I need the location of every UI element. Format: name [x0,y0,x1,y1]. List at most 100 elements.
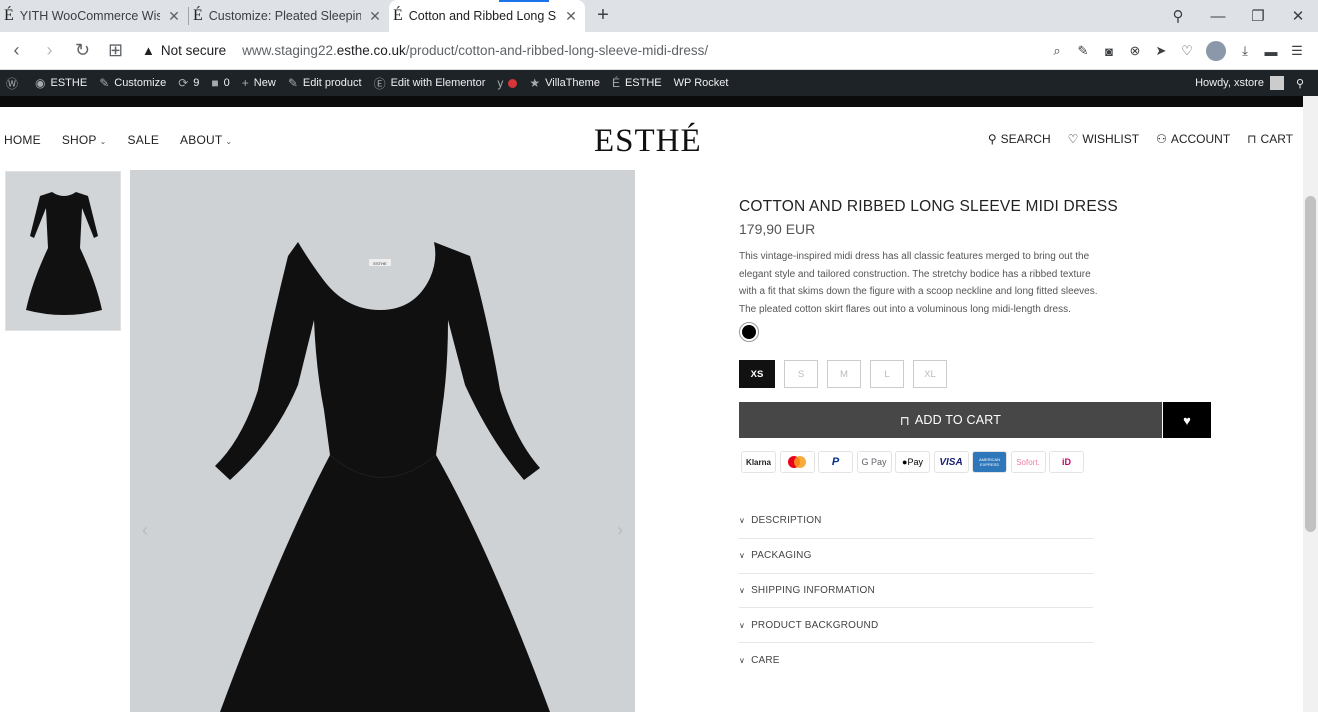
product-title: COTTON AND RIBBED LONG SLEEVE MIDI DRESS [739,198,1118,215]
restore-icon[interactable]: ❐ [1238,7,1278,25]
scrollbar-thumb[interactable] [1305,196,1316,532]
size-option-xl[interactable]: XL [913,360,947,388]
announcement-bar [0,96,1303,107]
admin-updates[interactable]: ⟳ 9 [172,76,205,90]
cart-link[interactable]: ⊓ CART [1247,132,1293,146]
tab-title: YITH WooCommerce Wishl [19,9,160,23]
nav-about[interactable]: ABOUT ⌄ [180,133,232,147]
block-icon[interactable]: ⊗ [1122,43,1148,59]
tab-title: Customize: Pleated Sleepin [208,9,361,23]
add-to-cart-label: ADD TO CART [914,413,1002,427]
dress-thumbnail-image [26,192,102,315]
esthe-icon: É [611,76,620,90]
add-to-cart-button[interactable]: ⊓ ADD TO CART [739,402,1162,438]
send-icon[interactable]: ➤ [1148,43,1174,59]
next-image-arrow-icon[interactable]: › [617,520,623,541]
star-icon: ★ [529,76,541,90]
admin-account: Howdy, xstore ⚲ [1189,70,1310,96]
wordpress-logo-icon[interactable]: Ⓦ [0,75,29,92]
howdy-user[interactable]: Howdy, xstore [1189,76,1290,90]
admin-customize[interactable]: ✎ Customize [93,76,172,90]
admin-villatheme[interactable]: ★ VillaTheme [523,76,606,90]
camera-icon[interactable]: ◙ [1096,44,1122,59]
admin-yoast[interactable]: y [491,76,523,90]
new-tab-button[interactable]: + [589,0,617,32]
google-pay-icon: G Pay [856,451,892,473]
accordion-background[interactable]: ∨ PRODUCT BACKGROUND [739,608,1093,644]
close-icon[interactable]: ✕ [563,8,579,25]
admin-search-icon[interactable]: ⚲ [1290,77,1310,90]
page-scrollbar[interactable] [1303,96,1318,712]
chevron-down-icon: ∨ [739,656,746,666]
nav-sale[interactable]: SALE [128,133,160,147]
ideal-icon: iD [1049,451,1084,473]
minimize-icon[interactable]: — [1198,8,1238,25]
search-icon: ⚲ [987,132,997,146]
add-to-wishlist-button[interactable]: ♥ [1163,402,1211,438]
wp-admin-bar: Ⓦ ◉ ESTHE ✎ Customize ⟳ 9 ■ 0 + New ✎ Edit pro… [0,70,1318,96]
admin-edit-product[interactable]: ✎ Edit product [282,76,368,90]
tab-customize[interactable]: É Customize: Pleated Sleepin ✕ [189,0,389,32]
chevron-down-icon: ⌄ [99,137,107,146]
site-logo[interactable]: ESTHÉ [594,123,702,160]
admin-comments[interactable]: ■ 0 [205,76,235,90]
close-icon[interactable]: ✕ [166,8,182,25]
edit-icon[interactable]: ✎ [1070,43,1096,59]
bag-icon: ⊓ [1247,132,1257,146]
admin-site-name[interactable]: ◉ ESTHE [29,76,93,90]
menu-icon[interactable]: ☰ [1284,43,1310,59]
warning-icon: ▲ [142,43,155,58]
comment-icon: ■ [211,76,219,90]
battery-icon[interactable]: ▬ [1258,44,1284,59]
download-icon[interactable]: ⤓ [1232,43,1258,59]
address-bar-row: ‹ › ↻ ⊞ ▲ Not secure www.staging22.esthe… [0,32,1318,70]
search-link[interactable]: ⚲ SEARCH [988,132,1051,146]
url-field[interactable]: ▲ Not secure www.staging22.esthe.co.uk/p… [142,36,892,66]
nav-shop[interactable]: SHOP ⌄ [62,133,107,147]
gallery-thumbnail[interactable] [5,171,121,331]
heart-icon[interactable]: ♡ [1174,43,1200,59]
chevron-down-icon: ∨ [739,585,746,595]
prev-image-arrow-icon[interactable]: ‹ [142,520,148,541]
chevron-down-icon: ∨ [739,551,746,561]
admin-wp-rocket[interactable]: WP Rocket [668,77,735,89]
admin-esthe[interactable]: É ESTHE [606,76,668,90]
paypal-icon: P [818,451,853,473]
accordion-shipping[interactable]: ∨ SHIPPING INFORMATION [739,574,1093,609]
forward-icon[interactable]: › [33,40,66,61]
url-text: www.staging22.esthe.co.uk/product/cotton… [242,43,709,58]
chevron-down-icon: ⌄ [225,137,233,146]
size-option-s[interactable]: S [784,360,818,388]
tab-cotton-ribbed-dress[interactable]: É Cotton and Ribbed Long Sl ✕ [389,0,585,32]
main-navigation: HOME SHOP ⌄ SALE ABOUT ⌄ [4,133,253,147]
accordion-care[interactable]: ∨ CARE [739,643,1093,678]
admin-elementor[interactable]: Ⓔ Edit with Elementor [368,75,492,92]
brush-icon: ✎ [99,76,110,90]
zoom-icon[interactable]: ⌕ [1044,43,1070,59]
apple-pay-icon: ● Pay [895,451,930,473]
admin-new[interactable]: + New [236,76,282,90]
profile-avatar[interactable] [1206,41,1226,61]
size-option-m[interactable]: M [827,360,861,388]
back-icon[interactable]: ‹ [0,40,33,61]
size-option-l[interactable]: L [870,360,904,388]
color-swatch-black[interactable] [739,322,759,342]
close-window-icon[interactable]: ✕ [1278,7,1318,25]
account-link[interactable]: ⚇ ACCOUNT [1156,132,1230,146]
search-tabs-icon[interactable]: ⚲ [1158,7,1198,25]
wishlist-link[interactable]: ♡ WISHLIST [1068,132,1139,146]
reload-icon[interactable]: ↻ [66,40,99,61]
chevron-down-icon: ∨ [739,620,746,630]
product-main-image[interactable]: ESTHE ‹ › [130,170,635,712]
klarna-icon: Klarna [741,451,776,473]
size-option-xs[interactable]: XS [739,360,775,388]
accordion-description[interactable]: ∨ DESCRIPTION [739,504,1093,539]
apps-grid-icon[interactable]: ⊞ [99,40,132,61]
accordion-packaging[interactable]: ∨ PACKAGING [739,539,1093,574]
mastercard-icon [779,451,815,473]
close-icon[interactable]: ✕ [367,8,383,25]
nav-home[interactable]: HOME [4,133,41,147]
esthe-favicon-icon: É [4,7,14,24]
tab-yith-wishlist[interactable]: É YITH WooCommerce Wishl ✕ [0,0,188,32]
security-label: Not secure [160,43,227,58]
